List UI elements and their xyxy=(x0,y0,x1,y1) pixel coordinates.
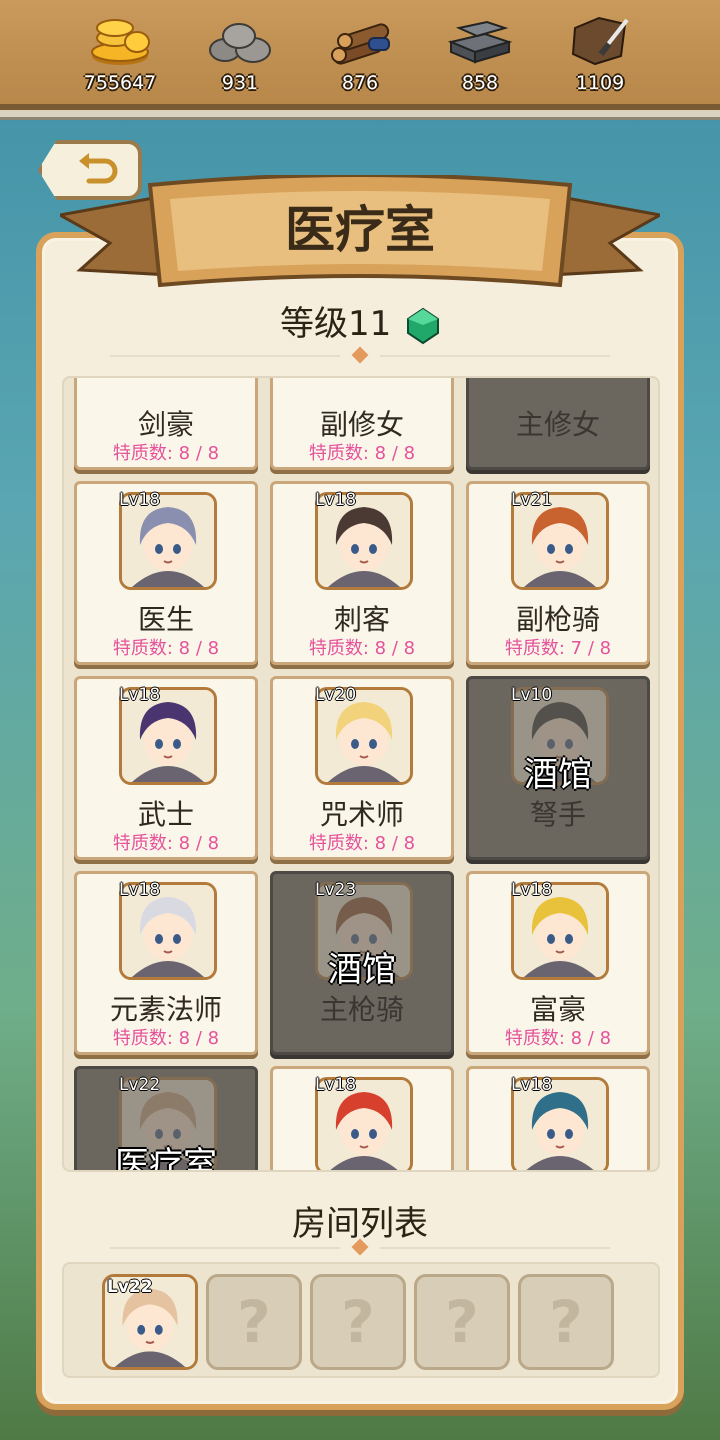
hero-level: Lv20 xyxy=(315,685,357,705)
hero-level: Lv22 xyxy=(119,1075,161,1095)
hero-assigned-location: 酒馆 xyxy=(524,755,592,795)
resource-bar-divider xyxy=(0,110,720,120)
hero-name: 副枪骑 xyxy=(515,603,600,636)
hero-card[interactable]: Lv18 xyxy=(270,1066,454,1170)
hero-level: Lv21 xyxy=(511,490,553,510)
hero-trait-count: 特质数: 8 / 8 xyxy=(112,833,220,854)
room-slot-empty[interactable]: ? xyxy=(414,1274,510,1370)
hero-card[interactable]: Lv21 副枪骑 特质数: 7 / 8 xyxy=(466,481,650,665)
hero-name: 咒术师 xyxy=(319,798,404,831)
level-label: 等级11 xyxy=(0,296,720,345)
room-slot-occupied[interactable]: Lv22 xyxy=(102,1274,198,1370)
hero-name: 元素法师 xyxy=(109,993,222,1026)
hero-card[interactable]: Lv20 咒术师 特质数: 8 / 8 xyxy=(270,676,454,860)
hero-name: 武士 xyxy=(137,798,194,831)
hero-level: Lv18 xyxy=(119,880,161,900)
hero-level: Lv18 xyxy=(315,490,357,510)
hero-card[interactable]: 副修女 特质数: 8 / 8 xyxy=(270,378,454,470)
hero-card[interactable]: Lv18 元素法师 特质数: 8 / 8 xyxy=(74,871,258,1055)
slot-hero-level: Lv22 xyxy=(107,1277,153,1297)
hero-trait-count: 特质数: 8 / 8 xyxy=(112,443,220,464)
hero-level: Lv18 xyxy=(511,880,553,900)
question-mark-icon: ? xyxy=(341,1288,375,1356)
resource-wood: 876 xyxy=(305,8,415,94)
hero-name: 医生 xyxy=(137,603,194,636)
hero-card[interactable]: Lv18 xyxy=(466,1066,650,1170)
question-mark-icon: ? xyxy=(445,1288,479,1356)
question-mark-icon: ? xyxy=(237,1288,271,1356)
hero-trait-count: 特质数: 8 / 8 xyxy=(308,443,416,464)
hero-level: Lv18 xyxy=(119,490,161,510)
rooms-divider xyxy=(110,1238,610,1258)
hero-assigned-location: 医疗室 xyxy=(115,1145,217,1172)
hero-name: 弩手 xyxy=(529,798,586,831)
wood-logs-icon xyxy=(331,23,390,65)
resource-leather: 1109 xyxy=(545,8,655,94)
room-slot-empty[interactable]: ? xyxy=(310,1274,406,1370)
wood-value: 876 xyxy=(341,72,379,94)
hero-level: Lv23 xyxy=(315,880,357,900)
hero-card[interactable]: Lv23 主枪骑 酒馆 xyxy=(270,871,454,1055)
hero-name: 主修女 xyxy=(515,408,600,441)
room-slot-empty[interactable]: ? xyxy=(518,1274,614,1370)
hero-level: Lv18 xyxy=(119,685,161,705)
page-title: 医疗室 xyxy=(285,201,435,259)
room-slot-empty[interactable]: ? xyxy=(206,1274,302,1370)
hero-name: 剑豪 xyxy=(137,408,194,441)
hero-trait-count: 特质数: 8 / 8 xyxy=(308,833,416,854)
hero-card[interactable]: Lv18 武士 特质数: 8 / 8 xyxy=(74,676,258,860)
hero-trait-count: 特质数: 8 / 8 xyxy=(112,1028,220,1049)
resource-iron: 858 xyxy=(425,8,535,94)
hero-name: 富豪 xyxy=(529,993,586,1026)
hero-level: Lv18 xyxy=(315,1075,357,1095)
hero-trait-count: 特质数: 8 / 8 xyxy=(112,638,220,659)
hero-name: 主枪骑 xyxy=(319,993,404,1026)
resource-bar: 755647 931 876 858 1109 xyxy=(0,0,720,110)
hero-card[interactable]: Lv18 富豪 特质数: 8 / 8 xyxy=(466,871,650,1055)
leather-value: 1109 xyxy=(575,72,625,94)
gold-coins-icon xyxy=(91,19,150,65)
hero-card[interactable]: Lv18 刺客 特质数: 8 / 8 xyxy=(270,481,454,665)
stone-value: 931 xyxy=(221,72,259,94)
hero-card[interactable]: 剑豪 特质数: 8 / 8 xyxy=(74,378,258,470)
hero-card[interactable]: 主修女 xyxy=(466,378,650,470)
hero-name: 副修女 xyxy=(319,408,404,441)
level-divider xyxy=(110,346,610,366)
resource-gold: 755647 xyxy=(65,8,175,94)
iron-ingot-icon xyxy=(447,20,513,64)
hero-name: 刺客 xyxy=(333,603,390,636)
room-slot-list: Lv22???? xyxy=(62,1262,660,1378)
hero-trait-count: 特质数: 7 / 8 xyxy=(504,638,612,659)
hero-card[interactable]: Lv22 医疗室 xyxy=(74,1066,258,1172)
stone-icon xyxy=(209,23,271,63)
resource-stone: 931 xyxy=(185,8,295,94)
upgrade-gem-icon[interactable] xyxy=(406,307,440,345)
hero-trait-count: 特质数: 8 / 8 xyxy=(504,1028,612,1049)
hero-level: Lv10 xyxy=(511,685,553,705)
hero-assigned-location: 酒馆 xyxy=(328,950,396,990)
level-text: 等级11 xyxy=(279,304,392,344)
gold-value: 755647 xyxy=(83,72,157,94)
hero-card[interactable]: Lv18 医生 特质数: 8 / 8 xyxy=(74,481,258,665)
hero-trait-count: 特质数: 8 / 8 xyxy=(308,638,416,659)
hero-level: Lv18 xyxy=(511,1075,553,1095)
leather-icon xyxy=(571,16,629,66)
iron-value: 858 xyxy=(461,72,499,94)
question-mark-icon: ? xyxy=(549,1288,583,1356)
hero-grid[interactable]: 剑豪 特质数: 8 / 8 副修女 特质数: 8 / 8 主修女 Lv18 医生 特质数: 8… xyxy=(62,376,660,1172)
hero-card[interactable]: Lv10 弩手 酒馆 xyxy=(466,676,650,860)
